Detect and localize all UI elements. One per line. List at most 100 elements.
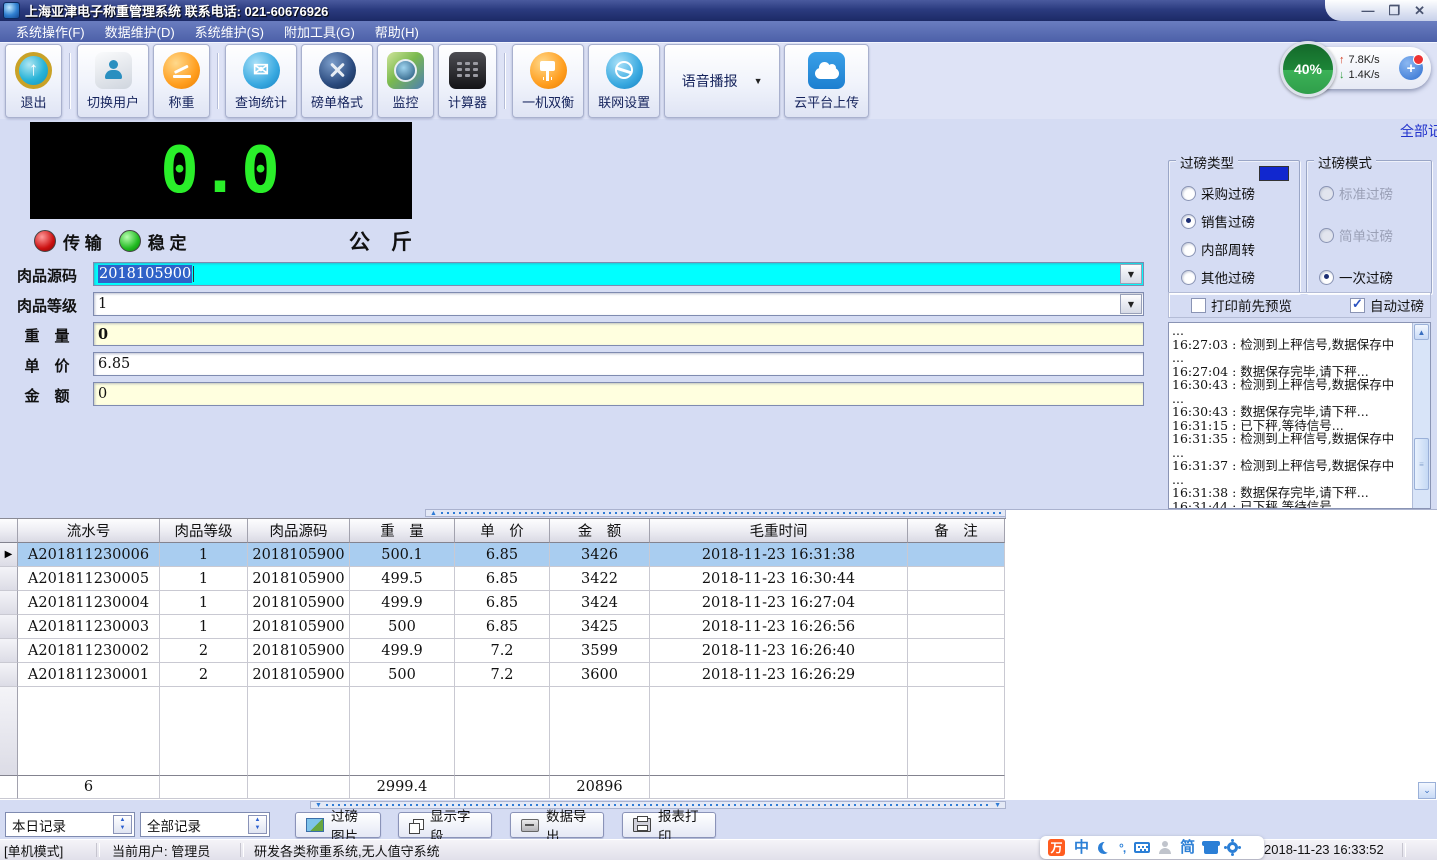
checkbox-icon[interactable] xyxy=(1191,297,1206,313)
scrollbar-thumb[interactable]: ≡ xyxy=(1414,438,1429,490)
menu-item-2[interactable]: 系统维护(S) xyxy=(185,20,274,43)
scroll-down-icon[interactable]: ⌄ xyxy=(1418,782,1436,799)
ime-logo-icon[interactable]: 万 xyxy=(1048,839,1065,856)
settings-gear-icon[interactable] xyxy=(1227,842,1239,853)
toolbar-button-query-stats[interactable]: ✉ 查询统计 xyxy=(225,44,298,118)
table-cell: 2 xyxy=(160,639,248,663)
radio-icon[interactable] xyxy=(1319,269,1334,285)
amount-field[interactable]: 0 xyxy=(93,382,1144,406)
table-cell: A201811230002 xyxy=(18,639,160,663)
log-line: 16:27:03 : 检测到上秤信号,数据保存中 xyxy=(1172,336,1395,352)
toolbar-button-network-settings[interactable]: 联网设置 xyxy=(588,44,661,118)
column-header-2[interactable]: 肉品源码 xyxy=(248,519,350,543)
net-meter-widget[interactable]: 40% ↑ 7.8K/s ↓ 1.4K/s + xyxy=(1280,41,1431,97)
toolbar-button-weighbill-format[interactable]: 磅单格式 xyxy=(301,44,374,118)
table-cell xyxy=(908,567,1005,591)
checkbox-option-1[interactable]: 自动过磅 xyxy=(1350,295,1424,315)
toolbar-button-voice-broadcast[interactable]: 语音播报 ▼ xyxy=(664,44,781,118)
price-field[interactable]: 6.85 xyxy=(93,352,1144,376)
column-header-1[interactable]: 肉品等级 xyxy=(160,519,248,543)
weigh-mode-title: 过磅模式 xyxy=(1314,152,1376,172)
chevron-down-icon[interactable]: ▼ xyxy=(1120,264,1142,284)
column-header-4[interactable]: 单 价 xyxy=(455,519,550,543)
toolbar-button-monitor[interactable]: 监控 xyxy=(377,44,435,118)
chevron-down-icon[interactable]: ▼ xyxy=(754,76,763,86)
radio-option-1[interactable]: 销售过磅 xyxy=(1181,211,1299,231)
toolbar-button-dual-scale[interactable]: 一机双衡 xyxy=(512,44,585,118)
moon-icon[interactable] xyxy=(1097,841,1111,855)
menu-item-1[interactable]: 数据维护(D) xyxy=(95,20,185,43)
restore-icon[interactable]: ❐ xyxy=(1388,4,1400,17)
user-icon[interactable] xyxy=(1159,841,1172,854)
weighbill-format-icon xyxy=(318,51,356,89)
soft-keyboard-icon[interactable] xyxy=(1134,842,1151,853)
totals-cell xyxy=(160,775,248,799)
checkbox-option-0[interactable]: 打印前先预览 xyxy=(1191,295,1292,315)
add-notification-icon[interactable]: + xyxy=(1399,54,1424,80)
record-filter-select[interactable]: 全部记录 ▲ ▼ xyxy=(140,812,270,837)
spinner-icon[interactable]: ▲ ▼ xyxy=(113,815,132,834)
row-header-cell xyxy=(0,591,18,615)
all-records-link[interactable]: 全部记录 xyxy=(1400,121,1437,141)
fields-icon xyxy=(409,818,424,834)
menu-item-0[interactable]: 系统操作(F) xyxy=(6,20,95,43)
punctuation-icon[interactable]: °, xyxy=(1119,841,1126,855)
spinner-icon[interactable]: ▲ ▼ xyxy=(248,815,267,834)
radio-option-0[interactable]: 采购过磅 xyxy=(1181,183,1299,203)
table-cell: 3600 xyxy=(550,663,650,687)
checkbox-icon[interactable] xyxy=(1350,296,1365,313)
splitter-arrow-icon[interactable]: ▼ xyxy=(315,802,322,809)
radio-icon[interactable] xyxy=(1181,269,1196,285)
table-row[interactable]: A201811230005 1 2018105900 499.5 6.85 3422 201… xyxy=(0,567,1006,591)
weigh-photo-button[interactable]: 过磅图片 xyxy=(295,809,381,844)
toolbar-button-calculator[interactable]: 计算器 xyxy=(438,44,498,118)
row-header-cell xyxy=(0,567,18,591)
table-cell: 2018-11-23 16:27:04 xyxy=(650,591,908,615)
scroll-up-icon[interactable]: ▲ xyxy=(1414,324,1429,340)
report-print-button[interactable]: 报表打印 xyxy=(622,809,716,844)
toolbar-button-exit[interactable]: ↑ 退出 xyxy=(5,44,62,118)
toolbar-button-cloud-upload[interactable]: 云平台上传 xyxy=(784,44,870,118)
ime-toolbar[interactable]: 万中 °, 简 xyxy=(1040,836,1264,859)
table-row[interactable]: A201811230004 1 2018105900 499.9 6.85 3424 201… xyxy=(0,591,1006,615)
show-fields-button[interactable]: 显示字段 xyxy=(398,809,492,844)
menu-item-3[interactable]: 附加工具(G) xyxy=(274,20,365,43)
radio-option-2[interactable]: 一次过磅 xyxy=(1319,267,1431,287)
table-cell: A201811230004 xyxy=(18,591,160,615)
table-row[interactable]: A201811230003 1 2018105900 500 6.85 3425 2018-… xyxy=(0,615,1006,639)
chevron-down-icon[interactable]: ▼ xyxy=(1120,294,1142,314)
splitter-arrow-icon[interactable]: ▲ xyxy=(430,510,437,517)
radio-option-2[interactable]: 内部周转 xyxy=(1181,239,1299,259)
record-range-select[interactable]: 本日记录 ▲ ▼ xyxy=(5,812,135,837)
radio-icon[interactable] xyxy=(1181,213,1196,229)
column-header-5[interactable]: 金 额 xyxy=(550,519,650,543)
grade-combo[interactable]: 1 ▼ xyxy=(93,292,1144,316)
minimize-icon[interactable]: — xyxy=(1361,4,1374,17)
radio-option-1: 简单过磅 xyxy=(1319,225,1431,245)
menu-item-4[interactable]: 帮助(H) xyxy=(365,20,429,43)
source-code-combo[interactable]: 2018105900 ▼ xyxy=(93,262,1144,286)
radio-icon[interactable] xyxy=(1181,185,1196,201)
radio-icon[interactable] xyxy=(1181,241,1196,257)
radio-option-3[interactable]: 其他过磅 xyxy=(1181,267,1299,287)
toolbar-button-switch-user[interactable]: 切换用户 xyxy=(77,44,150,118)
statusbar-divider xyxy=(1402,843,1406,857)
table-row[interactable]: ▶ A201811230006 1 2018105900 500.1 6.85 3426 20… xyxy=(0,543,1006,567)
column-header-7[interactable]: 备 注 xyxy=(908,519,1005,543)
close-icon[interactable]: ✕ xyxy=(1414,4,1425,17)
totals-cell: 6 xyxy=(18,775,160,799)
table-row[interactable]: A201811230001 2 2018105900 500 7.2 3600 2018-1… xyxy=(0,663,1006,687)
chinese-mode-icon[interactable]: 中 xyxy=(1074,840,1089,855)
weight-field[interactable]: 0 xyxy=(93,322,1144,346)
log-scrollbar[interactable]: ▲ ≡ xyxy=(1412,323,1430,508)
table-row[interactable]: A201811230002 2 2018105900 499.9 7.2 3599 2018… xyxy=(0,639,1006,663)
data-export-button[interactable]: 数据导出 xyxy=(510,809,604,844)
simplified-chinese-icon[interactable]: 简 xyxy=(1180,840,1195,855)
skin-icon[interactable] xyxy=(1202,841,1221,854)
cloud-glyph xyxy=(814,61,839,79)
splitter-arrow-icon[interactable]: ▼ xyxy=(994,802,1001,809)
column-header-6[interactable]: 毛重时间 xyxy=(650,519,908,543)
toolbar-button-weigh[interactable]: 称重 xyxy=(153,44,211,118)
column-header-3[interactable]: 重 量 xyxy=(350,519,455,543)
column-header-0[interactable]: 流水号 xyxy=(18,519,160,543)
